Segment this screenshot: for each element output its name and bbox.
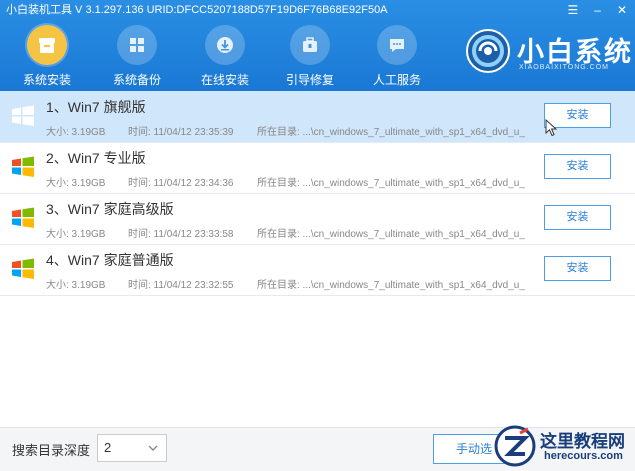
nav-circle — [117, 25, 157, 65]
chat-icon — [390, 39, 404, 52]
os-path: 所在目录: ...\cn_windows_7_ultimate_with_sp1… — [257, 229, 525, 240]
os-path: 所在目录: ...\cn_windows_7_ultimate_with_sp1… — [257, 280, 525, 291]
search-depth-value: 2 — [104, 440, 112, 455]
list-item[interactable]: 1、Win7 旗舰版 大小: 3.19GB 时间: 11/04/12 23:35… — [0, 91, 635, 143]
app-header: 小白装机工具 V 3.1.297.136 URID:DFCC5207188D57… — [0, 0, 635, 91]
nav-item-manual-service[interactable]: 人工服务 — [352, 22, 442, 90]
os-time: 时间: 11/04/12 23:33:58 — [128, 229, 234, 240]
os-name: 3、Win7 家庭高级版 — [46, 201, 174, 217]
os-size: 大小: 3.19GB — [46, 229, 106, 240]
list-item[interactable]: 2、Win7 专业版 大小: 3.19GB 时间: 11/04/12 23:34… — [0, 142, 635, 194]
search-depth-label: 搜索目录深度 — [12, 443, 91, 458]
windows-icon — [130, 38, 144, 52]
menu-icon[interactable]: ☰ — [567, 0, 578, 20]
nav-item-system-install[interactable]: 系统安装 — [2, 22, 92, 90]
nav-item-online-install[interactable]: 在线安装 — [180, 22, 270, 90]
os-time: 时间: 11/04/12 23:32:55 — [128, 280, 234, 291]
install-button[interactable]: 安装 — [544, 256, 611, 281]
close-icon[interactable]: ✕ — [617, 0, 627, 20]
box-icon — [39, 38, 55, 53]
nav-circle — [377, 25, 417, 65]
windows-logo-icon — [12, 105, 34, 126]
nav-label: 在线安装 — [200, 73, 249, 87]
watermark-cn: 这里教程网 — [540, 432, 625, 452]
mouse-cursor-icon — [545, 119, 557, 137]
nav-circle — [205, 25, 245, 65]
install-button[interactable]: 安装 — [544, 205, 611, 230]
nav-circle — [27, 25, 67, 65]
window-controls: ☰ – ✕ — [567, 0, 627, 20]
os-list: 1、Win7 旗舰版 大小: 3.19GB 时间: 11/04/12 23:35… — [0, 91, 635, 427]
minimize-icon[interactable]: – — [594, 0, 601, 20]
brand-logo-icon — [466, 29, 510, 73]
os-path: 所在目录: ...\cn_windows_7_ultimate_with_sp1… — [257, 127, 525, 138]
os-time: 时间: 11/04/12 23:34:36 — [128, 178, 234, 189]
watermark: 这里教程网 herecours.com — [494, 423, 635, 470]
windows-logo-icon — [12, 258, 34, 279]
os-name: 1、Win7 旗舰版 — [46, 99, 146, 115]
nav-item-boot-repair[interactable]: 引导修复 — [265, 22, 355, 90]
toolbox-icon — [303, 37, 317, 52]
brand: 小白系统 XIAOBAIXITONG.COM — [465, 26, 631, 86]
list-item[interactable]: 4、Win7 家庭普通版 大小: 3.19GB 时间: 11/04/12 23:… — [0, 244, 635, 296]
title-bar: 小白装机工具 V 3.1.297.136 URID:DFCC5207188D57… — [0, 0, 635, 20]
download-icon — [217, 37, 233, 53]
os-name: 2、Win7 专业版 — [46, 150, 146, 166]
os-name: 4、Win7 家庭普通版 — [46, 252, 174, 268]
nav-label: 系统备份 — [112, 73, 161, 87]
search-depth-select[interactable]: 2 — [97, 434, 167, 462]
windows-logo-icon — [12, 207, 34, 228]
window-title: 小白装机工具 V 3.1.297.136 URID:DFCC5207188D57… — [6, 4, 388, 16]
nav-label: 人工服务 — [372, 73, 421, 87]
main-nav: 系统安装 系统备份 在线安装 引导修复 人工服务 — [0, 22, 460, 90]
nav-label: 引导修复 — [285, 73, 334, 87]
install-button[interactable]: 安装 — [544, 154, 611, 179]
os-path: 所在目录: ...\cn_windows_7_ultimate_with_sp1… — [257, 178, 525, 189]
watermark-en: herecours.com — [544, 450, 623, 462]
os-time: 时间: 11/04/12 23:35:39 — [128, 127, 234, 138]
brand-subtitle: XIAOBAIXITONG.COM — [519, 64, 609, 71]
chevron-down-icon — [148, 445, 158, 451]
os-size: 大小: 3.19GB — [46, 178, 106, 189]
watermark-logo-icon — [494, 425, 536, 467]
nav-circle — [290, 25, 330, 65]
nav-item-system-backup[interactable]: 系统备份 — [92, 22, 182, 90]
nav-label: 系统安装 — [22, 73, 71, 87]
os-size: 大小: 3.19GB — [46, 280, 106, 291]
os-size: 大小: 3.19GB — [46, 127, 106, 138]
list-item[interactable]: 3、Win7 家庭高级版 大小: 3.19GB 时间: 11/04/12 23:… — [0, 193, 635, 245]
windows-logo-icon — [12, 156, 34, 177]
